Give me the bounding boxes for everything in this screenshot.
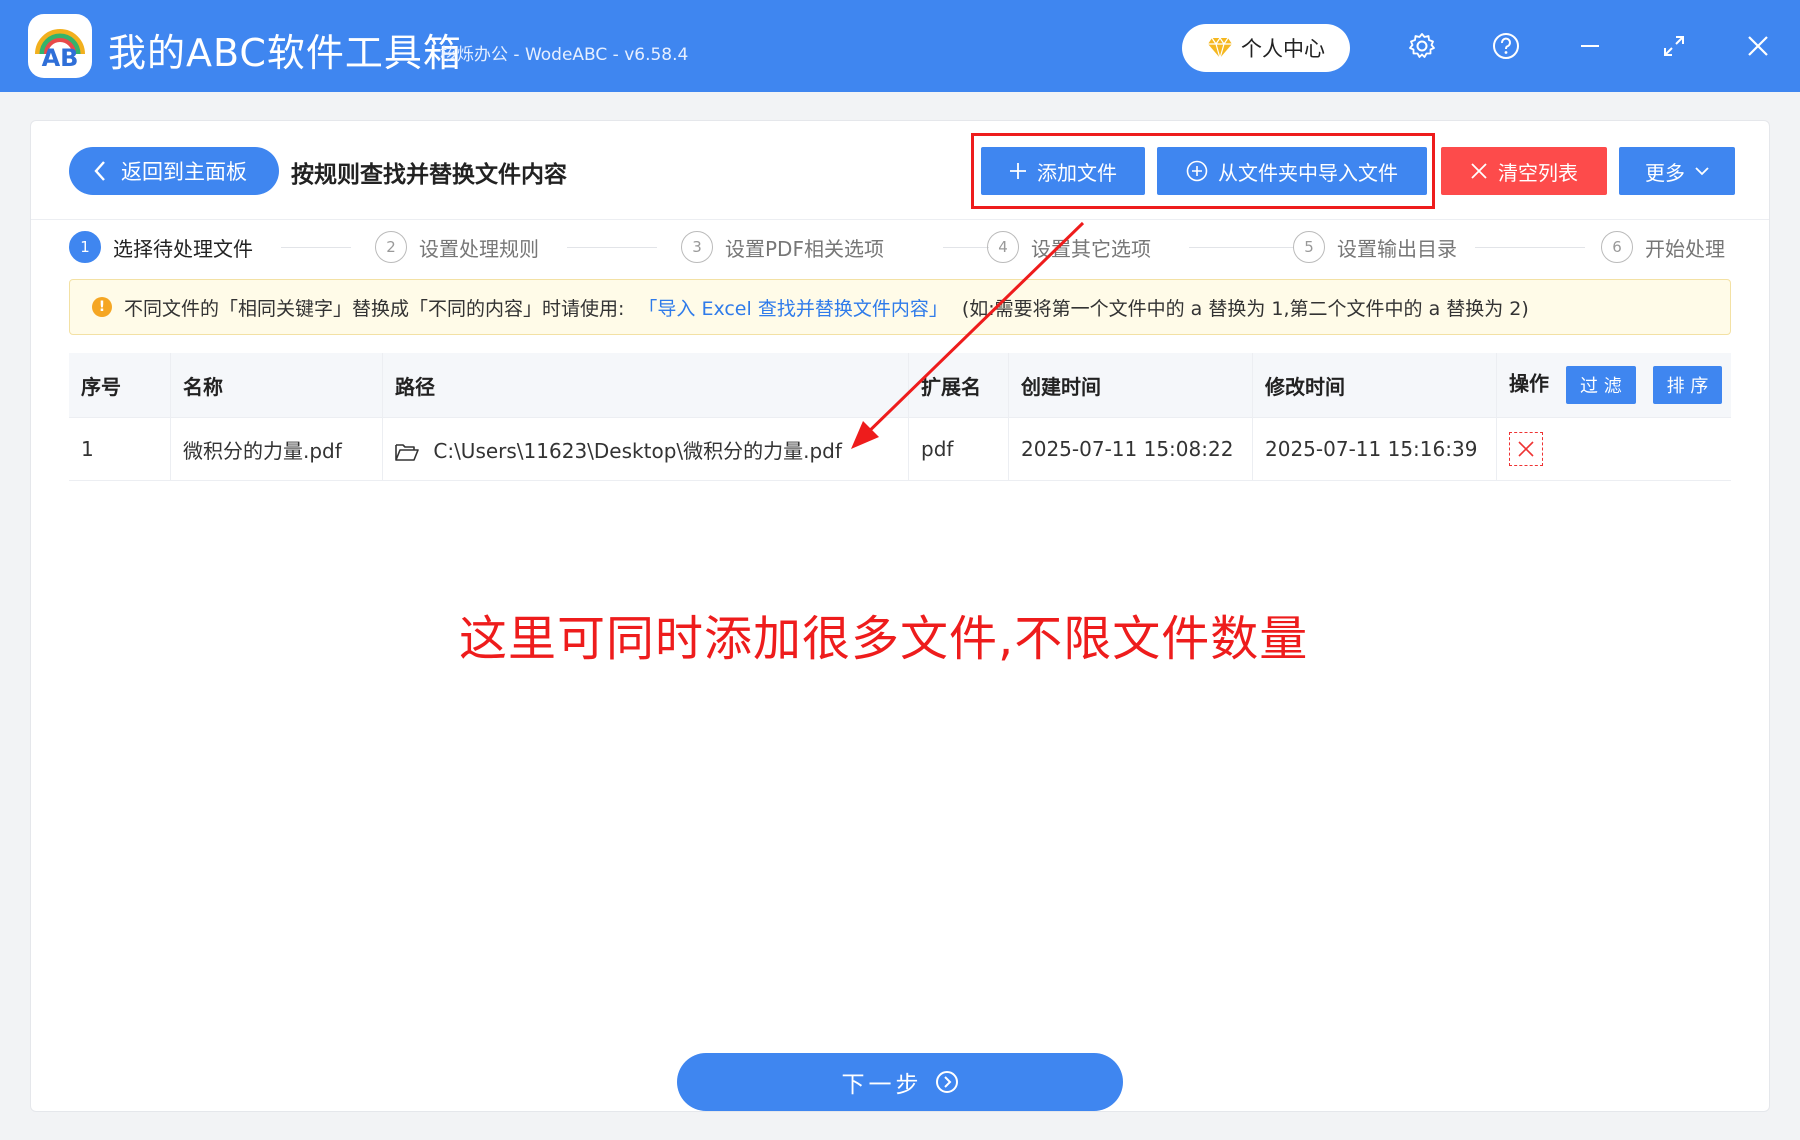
more-button[interactable]: 更多 bbox=[1619, 147, 1735, 195]
minimize-icon bbox=[1581, 45, 1599, 47]
step-number: 5 bbox=[1293, 231, 1325, 263]
page-title: 按规则查找并替换文件内容 bbox=[291, 162, 567, 188]
more-label: 更多 bbox=[1645, 160, 1685, 185]
back-button-label: 返回到主面板 bbox=[121, 160, 247, 184]
chevron-left-icon bbox=[94, 161, 105, 181]
cell-path: C:\Users\11623\Desktop\微积分的力量.pdf bbox=[382, 417, 909, 481]
step-connector bbox=[1475, 247, 1585, 248]
title-bar: AB 我的ABC软件工具箱 核烁办公 - WodeABC - v6.58.4 个… bbox=[0, 0, 1800, 92]
user-center-button[interactable]: 个人中心 bbox=[1182, 24, 1350, 72]
step-5: 5 设置输出目录 bbox=[1293, 229, 1457, 265]
help-icon bbox=[1493, 33, 1519, 59]
delete-row-button[interactable] bbox=[1509, 432, 1543, 466]
x-icon bbox=[1518, 441, 1534, 457]
step-label: 设置其它选项 bbox=[1031, 236, 1151, 261]
col-modified: 修改时间 bbox=[1252, 353, 1497, 418]
step-2: 2 设置处理规则 bbox=[375, 229, 539, 265]
step-3: 3 设置PDF相关选项 bbox=[681, 229, 884, 265]
step-number: 6 bbox=[1601, 231, 1633, 263]
step-label: 选择待处理文件 bbox=[113, 236, 253, 261]
path-text: C:\Users\11623\Desktop\微积分的力量.pdf bbox=[433, 438, 842, 463]
user-center-label: 个人中心 bbox=[1241, 37, 1325, 61]
import-excel-link[interactable]: 「导入 Excel 查找并替换文件内容」 bbox=[638, 294, 947, 321]
step-1: 1 选择待处理文件 bbox=[69, 229, 253, 265]
step-label: 开始处理 bbox=[1645, 236, 1725, 261]
gear-icon bbox=[1409, 33, 1435, 58]
clear-list-button[interactable]: 清空列表 bbox=[1441, 147, 1607, 195]
table-row[interactable]: 1 微积分的力量.pdf C:\Users\11623\Desktop\微积分的… bbox=[69, 417, 1731, 481]
minimize-button[interactable] bbox=[1572, 28, 1608, 64]
folder-open-icon[interactable] bbox=[395, 442, 419, 462]
logo-text: AB bbox=[42, 44, 79, 72]
app-subtitle: 核烁办公 - WodeABC - v6.58.4 bbox=[440, 45, 689, 65]
sort-button[interactable]: 排 序 bbox=[1652, 366, 1723, 404]
col-ext: 扩展名 bbox=[908, 353, 1009, 418]
step-6: 6 开始处理 bbox=[1601, 229, 1725, 265]
filter-button[interactable]: 过 滤 bbox=[1565, 366, 1636, 404]
back-to-home-button[interactable]: 返回到主面板 bbox=[69, 147, 279, 195]
x-icon bbox=[1471, 163, 1487, 179]
step-number: 1 bbox=[69, 231, 101, 263]
diamond-icon bbox=[1208, 37, 1232, 59]
step-label: 设置PDF相关选项 bbox=[725, 236, 884, 261]
table-header-row: 序号 名称 路径 扩展名 创建时间 修改时间 操作 过 滤 排 序 bbox=[69, 353, 1731, 418]
col-path: 路径 bbox=[382, 353, 909, 418]
step-label: 设置处理规则 bbox=[419, 236, 539, 261]
col-created: 创建时间 bbox=[1008, 353, 1253, 418]
notice-banner: ! 不同文件的「相同关键字」替换成「不同的内容」时请使用: 「导入 Excel … bbox=[69, 279, 1731, 335]
cell-ext: pdf bbox=[908, 417, 1009, 481]
next-step-label: 下一步 bbox=[841, 1072, 923, 1098]
step-label: 设置输出目录 bbox=[1337, 236, 1457, 261]
step-connector bbox=[281, 247, 351, 248]
app-window: AB 我的ABC软件工具箱 核烁办公 - WodeABC - v6.58.4 个… bbox=[0, 0, 1800, 1140]
logo-icon: AB bbox=[35, 29, 85, 72]
header-divider bbox=[31, 219, 1769, 220]
warning-icon: ! bbox=[92, 297, 112, 317]
step-number: 3 bbox=[681, 231, 713, 263]
notice-example: (如:需要将第一个文件中的 a 替换为 1,第二个文件中的 a 替换为 2) bbox=[961, 297, 1529, 320]
close-window-button[interactable] bbox=[1740, 28, 1776, 64]
close-icon bbox=[1748, 36, 1768, 56]
next-step-button[interactable]: 下一步 bbox=[677, 1053, 1123, 1111]
cell-modified: 2025-07-11 15:16:39 bbox=[1252, 417, 1497, 481]
cell-name: 微积分的力量.pdf bbox=[170, 417, 383, 481]
annotation-text: 这里可同时添加很多文件,不限文件数量 bbox=[459, 611, 1309, 667]
col-index: 序号 bbox=[69, 353, 171, 418]
app-title: 我的ABC软件工具箱 bbox=[108, 31, 462, 75]
chevron-down-icon bbox=[1695, 167, 1709, 176]
cell-created: 2025-07-11 15:08:22 bbox=[1008, 417, 1253, 481]
maximize-button[interactable] bbox=[1656, 28, 1692, 64]
col-action-label: 操作 bbox=[1509, 371, 1549, 396]
app-logo: AB bbox=[28, 14, 92, 78]
step-number: 4 bbox=[987, 231, 1019, 263]
arrow-right-circle-icon bbox=[935, 1071, 958, 1093]
step-4: 4 设置其它选项 bbox=[987, 229, 1151, 265]
col-action: 操作 过 滤 排 序 bbox=[1496, 353, 1731, 418]
help-button[interactable] bbox=[1488, 28, 1524, 64]
file-table: 序号 名称 路径 扩展名 创建时间 修改时间 操作 过 滤 排 序 1 微积分的 bbox=[69, 353, 1731, 481]
notice-text: 不同文件的「相同关键字」替换成「不同的内容」时请使用: bbox=[124, 297, 625, 320]
step-number: 2 bbox=[375, 231, 407, 263]
cell-index: 1 bbox=[69, 417, 171, 481]
step-connector bbox=[1189, 247, 1293, 248]
maximize-icon bbox=[1664, 36, 1684, 56]
clear-list-label: 清空列表 bbox=[1498, 160, 1578, 185]
cell-action bbox=[1496, 417, 1731, 481]
step-connector bbox=[943, 247, 989, 248]
col-name: 名称 bbox=[170, 353, 383, 418]
highlight-annotation-box bbox=[971, 133, 1435, 209]
main-panel: 返回到主面板 按规则查找并替换文件内容 添加文件 从文件夹中导入文件 清空列表 … bbox=[30, 120, 1770, 1112]
settings-button[interactable] bbox=[1404, 28, 1440, 64]
step-connector bbox=[567, 247, 657, 248]
